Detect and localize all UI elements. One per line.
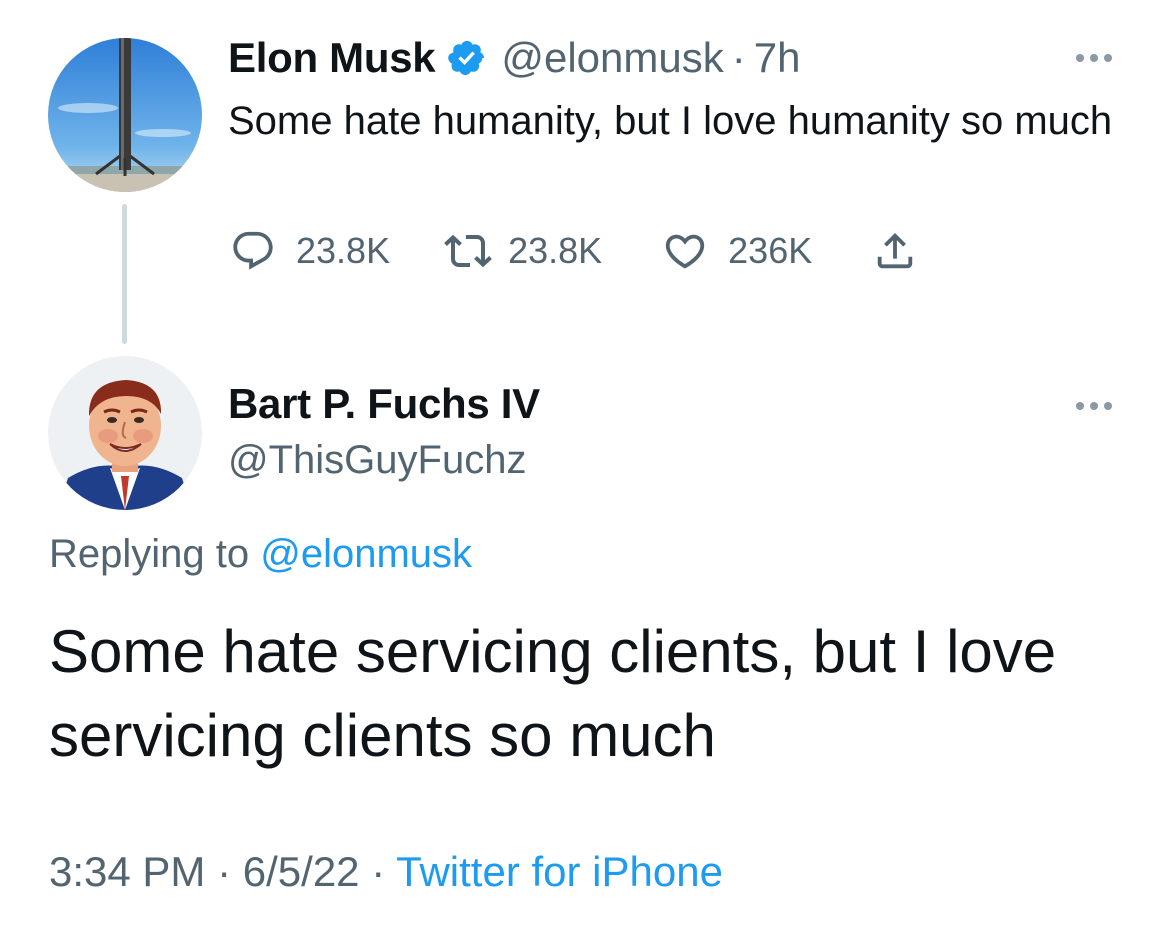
reply-count: 23.8K: [296, 230, 391, 271]
retweet-button[interactable]: 23.8K: [444, 227, 602, 275]
tweet-date[interactable]: 6/5/22: [243, 848, 360, 895]
retweet-count: 23.8K: [508, 230, 603, 271]
rocket-avatar-image: [48, 38, 202, 192]
like-button[interactable]: 236K: [662, 228, 812, 274]
separator-dot: ·: [217, 848, 232, 895]
thread-connector-line: [122, 204, 127, 344]
separator-dot: ·: [731, 34, 746, 81]
separator-dot: ·: [371, 848, 386, 895]
retweet-icon: [444, 234, 492, 268]
reply-tweet-text: Some hate servicing clients, but I love …: [49, 618, 1057, 769]
share-icon: [877, 232, 913, 269]
elon-avatar[interactable]: [48, 38, 202, 192]
replying-to-line: Replying to @elonmusk: [49, 532, 472, 577]
verified-badge-icon: [447, 38, 487, 78]
share-button[interactable]: [872, 228, 918, 274]
reply-author-name[interactable]: Bart P. Fuchs IV: [228, 380, 540, 428]
bart-avatar[interactable]: [48, 356, 202, 510]
portrait-avatar-image: [48, 356, 202, 510]
tweet-metadata: 3:34 PM · 6/5/22 · Twitter for iPhone: [49, 848, 723, 896]
like-icon: [665, 234, 705, 269]
reply-icon: [233, 231, 273, 270]
reply-button[interactable]: 23.8K: [230, 228, 390, 274]
tweet-timestamp[interactable]: 3:34 PM: [49, 848, 205, 895]
author-handle[interactable]: @elonmusk: [501, 34, 723, 82]
tweet-action-bar: 23.8K 23.8K 236K: [230, 226, 918, 276]
author-name[interactable]: Elon Musk: [228, 34, 436, 82]
reply-author-handle[interactable]: @ThisGuyFuchz: [228, 438, 526, 483]
parent-tweet-text: Some hate humanity, but I love humanity …: [228, 99, 1113, 143]
replying-to-handle-link[interactable]: @elonmusk: [260, 532, 472, 576]
more-icon[interactable]: [1076, 54, 1112, 62]
tweet-source-link[interactable]: Twitter for iPhone: [396, 848, 723, 895]
like-count: 236K: [728, 230, 813, 271]
replying-to-label: Replying to: [49, 532, 250, 576]
tweet-time[interactable]: 7h: [754, 34, 801, 82]
more-icon[interactable]: [1076, 402, 1112, 410]
parent-tweet-header: Elon Musk @elonmusk · 7h: [228, 32, 800, 84]
